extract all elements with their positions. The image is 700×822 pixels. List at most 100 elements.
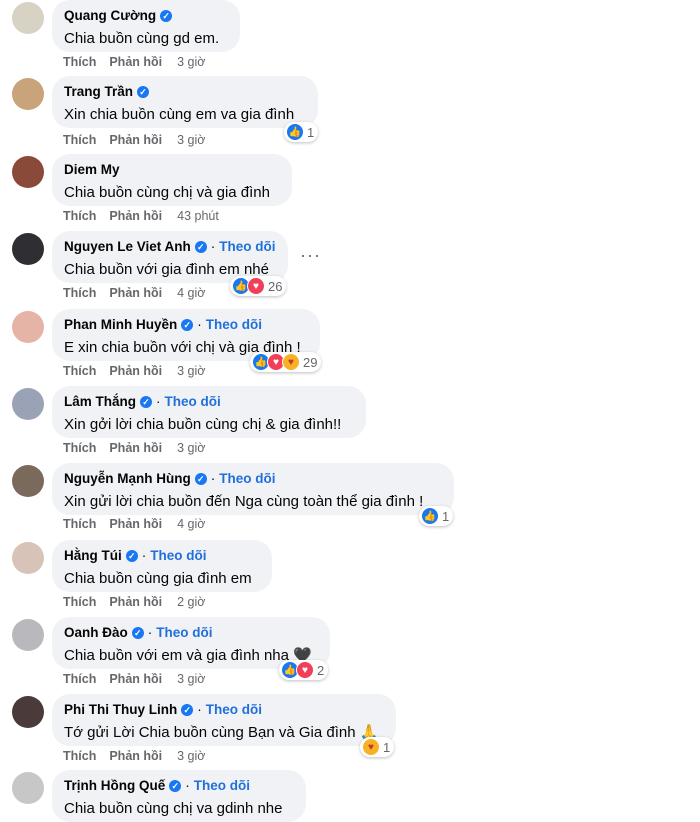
comment-bubble: Diem My Chia buồn cùng chị và gia đình xyxy=(52,154,292,206)
commenter-name[interactable]: Oanh Đào xyxy=(64,624,128,642)
follow-button[interactable]: Theo dõi xyxy=(165,393,221,411)
reaction-summary[interactable]: ♥ 1 xyxy=(360,737,395,757)
comment-timestamp[interactable]: 43 phút xyxy=(177,209,219,223)
reaction-summary[interactable]: 👍 ♥ 26 xyxy=(230,276,287,296)
reaction-summary[interactable]: 👍 ♥ ♥ 29 xyxy=(250,352,322,372)
verified-badge-icon: ✓ xyxy=(140,396,153,408)
like-button[interactable]: Thích xyxy=(63,441,96,455)
avatar[interactable] xyxy=(12,2,44,34)
reply-button[interactable]: Phản hồi xyxy=(109,749,162,763)
comment-text: Xin gởi lời chia buồn cùng chị & gia đìn… xyxy=(64,416,342,433)
like-button[interactable]: Thích xyxy=(63,672,96,686)
reaction-count: 2 xyxy=(317,662,325,678)
comment-actions: Thích Phản hồi 3 giờ xyxy=(63,133,205,147)
comment-actions: Thích Phản hồi 3 giờ xyxy=(63,749,205,763)
reply-button[interactable]: Phản hồi xyxy=(109,441,162,455)
follow-button[interactable]: Theo dõi xyxy=(219,238,275,256)
reaction-count: 26 xyxy=(268,278,283,294)
comment-bubble: Hằng Túi ✓ · Theo dõi Chia buồn cùng gia đì… xyxy=(52,540,272,592)
reply-button[interactable]: Phản hồi xyxy=(109,55,162,69)
reaction-summary[interactable]: 👍 1 xyxy=(419,506,454,526)
reaction-count: 1 xyxy=(383,739,391,755)
commenter-name[interactable]: Phi Thi Thuy Linh xyxy=(64,701,177,719)
comment-actions: Thích Phản hồi 3 giờ xyxy=(63,364,205,378)
comment-bubble: Lâm Thắng ✓ · Theo dõi Xin gởi lời chia buồ… xyxy=(52,386,366,438)
reply-button[interactable]: Phản hồi xyxy=(109,595,162,609)
like-button[interactable]: Thích xyxy=(63,209,96,223)
like-button[interactable]: Thích xyxy=(63,133,96,147)
comment-text: Xin chia buồn cùng em va gia đình xyxy=(64,106,295,123)
comment-bubble: Phi Thi Thuy Linh ✓ · Theo dõi Tớ gửi Lời C… xyxy=(52,694,396,746)
reply-button[interactable]: Phản hồi xyxy=(109,133,162,147)
comment-timestamp[interactable]: 4 giờ xyxy=(177,286,205,300)
comment-actions: Thích Phản hồi 3 giờ xyxy=(63,55,205,69)
comment-text: Chia buồn cùng chị va gdinh nhe xyxy=(64,800,283,817)
comment-actions: Thích Phản hồi 43 phút xyxy=(63,209,219,223)
avatar[interactable] xyxy=(12,233,44,265)
avatar[interactable] xyxy=(12,156,44,188)
comment-timestamp[interactable]: 3 giờ xyxy=(177,133,205,147)
comment-text: Xin gửi lời chia buồn đến Nga cùng toàn … xyxy=(64,493,424,510)
comment-timestamp[interactable]: 2 giờ xyxy=(177,595,205,609)
commenter-name[interactable]: Nguyễn Mạnh Hùng xyxy=(64,470,191,488)
verified-badge-icon: ✓ xyxy=(194,473,207,485)
commenter-name[interactable]: Quang Cường xyxy=(64,7,156,25)
comment-timestamp[interactable]: 3 giờ xyxy=(177,441,205,455)
avatar[interactable] xyxy=(12,619,44,651)
follow-button[interactable]: Theo dõi xyxy=(206,701,262,719)
like-button[interactable]: Thích xyxy=(63,517,96,531)
comment-timestamp[interactable]: 4 giờ xyxy=(177,517,205,531)
avatar[interactable] xyxy=(12,78,44,110)
care-reaction-icon: ♥ xyxy=(282,353,300,371)
comment-actions: Thích Phản hồi 3 giờ xyxy=(63,441,205,455)
like-button[interactable]: Thích xyxy=(63,749,96,763)
commenter-name[interactable]: Nguyen Le Viet Anh xyxy=(64,238,191,256)
comment-text: Tớ gửi Lời Chia buồn cùng Bạn và Gia đìn… xyxy=(64,724,379,741)
comment-timestamp[interactable]: 3 giờ xyxy=(177,672,205,686)
comment-actions: Thích Phản hồi 4 giờ xyxy=(63,286,205,300)
follow-button[interactable]: Theo dõi xyxy=(206,316,262,334)
reaction-summary[interactable]: 👍 1 xyxy=(284,122,319,142)
avatar[interactable] xyxy=(12,696,44,728)
comment-actions: Thích Phản hồi 3 giờ xyxy=(63,672,205,686)
commenter-name[interactable]: Hằng Túi xyxy=(64,547,122,565)
like-button[interactable]: Thích xyxy=(63,55,96,69)
commenter-name[interactable]: Phan Minh Huyền xyxy=(64,316,177,334)
comment-timestamp[interactable]: 3 giờ xyxy=(177,364,205,378)
comment-actions: Thích Phản hồi 4 giờ xyxy=(63,517,205,531)
reply-button[interactable]: Phản hồi xyxy=(109,517,162,531)
avatar[interactable] xyxy=(12,311,44,343)
follow-button[interactable]: Theo dõi xyxy=(156,624,212,642)
comment-timestamp[interactable]: 3 giờ xyxy=(177,749,205,763)
verified-badge-icon: ✓ xyxy=(131,627,144,639)
like-button[interactable]: Thích xyxy=(63,364,96,378)
avatar[interactable] xyxy=(12,772,44,804)
like-button[interactable]: Thích xyxy=(63,595,96,609)
follow-button[interactable]: Theo dõi xyxy=(219,470,275,488)
like-button[interactable]: Thích xyxy=(63,286,96,300)
verified-badge-icon: ✓ xyxy=(125,550,138,562)
commenter-name[interactable]: Lâm Thắng xyxy=(64,393,136,411)
comment-bubble: Quang Cường ✓ Chia buồn cùng gd em. xyxy=(52,0,240,52)
reply-button[interactable]: Phản hồi xyxy=(109,364,162,378)
more-options-icon[interactable]: ··· xyxy=(300,245,321,266)
verified-badge-icon: ✓ xyxy=(137,86,150,98)
commenter-name[interactable]: Trịnh Hồng Quế xyxy=(64,777,165,795)
reply-button[interactable]: Phản hồi xyxy=(109,672,162,686)
avatar[interactable] xyxy=(12,465,44,497)
comment-text: Chia buồn cùng chị và gia đình xyxy=(64,184,270,201)
follow-button[interactable]: Theo dõi xyxy=(194,777,250,795)
verified-badge-icon: ✓ xyxy=(194,241,207,253)
commenter-name[interactable]: Diem My xyxy=(64,161,120,179)
reply-button[interactable]: Phản hồi xyxy=(109,209,162,223)
reaction-summary[interactable]: 👍 ♥ 2 xyxy=(279,660,329,680)
care-reaction-icon: ♥ xyxy=(362,738,380,756)
comment-timestamp[interactable]: 3 giờ xyxy=(177,55,205,69)
commenter-name[interactable]: Trang Trần xyxy=(64,83,133,101)
comment-text: Chia buồn cùng gia đình em xyxy=(64,570,252,587)
comment-bubble: Trịnh Hồng Quế ✓ · Theo dõi Chia buồn cùng … xyxy=(52,770,306,822)
follow-button[interactable]: Theo dõi xyxy=(150,547,206,565)
avatar[interactable] xyxy=(12,542,44,574)
reply-button[interactable]: Phản hồi xyxy=(109,286,162,300)
avatar[interactable] xyxy=(12,388,44,420)
